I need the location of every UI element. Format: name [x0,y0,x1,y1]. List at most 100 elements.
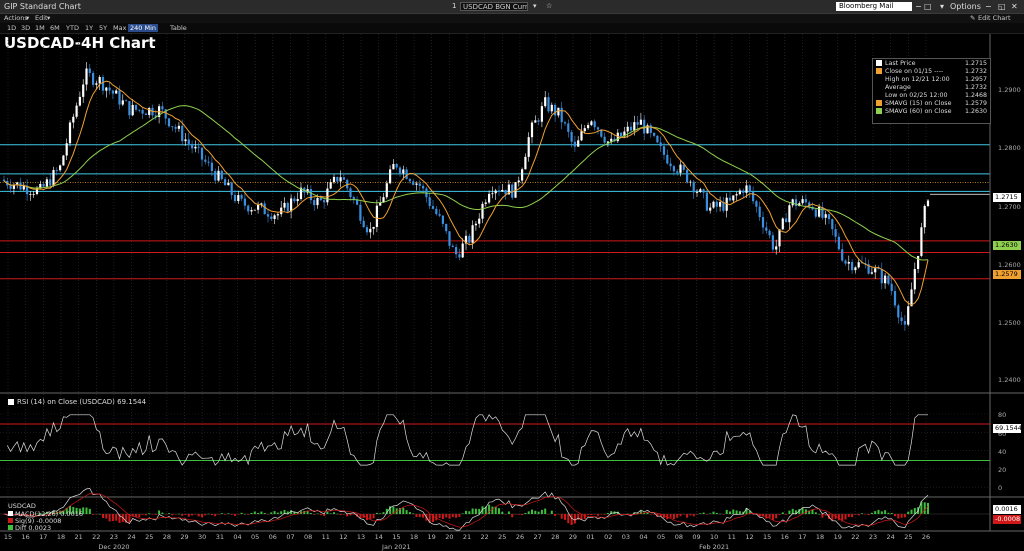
candle-body [45,179,48,187]
x-tick-label: 21 [74,533,83,541]
macd-histogram-bar [260,511,263,514]
candle-body [474,223,477,226]
x-tick-label: 11 [727,533,736,541]
macd-histogram-bar [468,511,471,514]
candle-body [134,104,138,110]
candle-body [814,209,817,217]
candle-body [692,181,695,193]
candle-body [742,190,745,193]
candle-body [138,109,141,111]
macd-histogram-bar [201,514,203,518]
candle-body [118,90,121,105]
legend-value: 1.2468 [964,92,987,99]
candle-body [910,289,913,307]
x-tick-label: 24 [886,533,895,541]
candle-body [712,201,715,208]
candle-body [441,215,444,224]
candle-body [705,192,708,211]
legend-value: 1.2957 [964,76,987,83]
candle-body [626,126,629,132]
candle-body [237,195,240,202]
candle-body [897,305,900,318]
candle-body [765,227,768,231]
last-price-flag: 1.2715 [993,193,1021,202]
macd-histogram-bar [606,512,609,514]
macd-histogram-bar [349,514,352,516]
x-tick-label: 18 [56,533,66,541]
candle-body [349,188,352,198]
candle-body [656,135,659,143]
macd-histogram-bar [527,511,530,514]
macd-histogram-bar [448,514,451,519]
rsi-tick: 80 [998,411,1007,419]
macd-histogram-bar [870,512,873,514]
candle-body [884,275,887,284]
candle-body [590,121,593,126]
candle-body [415,183,418,185]
candle-body [501,189,504,192]
candle-body [745,185,748,193]
signal-flag: -0.0008 [993,515,1021,524]
candle-body [554,104,557,116]
candle-body [768,230,771,236]
candle-body [738,190,741,195]
x-tick-label: 22 [851,533,860,541]
macd-histogram-bar [692,514,695,517]
macd-histogram-bar [554,514,557,516]
x-tick-label: 12 [745,533,754,541]
candle-body [270,216,273,219]
candle-body [431,206,435,209]
x-tick-label: 26 [921,533,931,541]
macd-histogram-bar [405,510,408,514]
macd-histogram-bar [705,514,708,515]
candle-body [336,176,339,182]
candle-body [207,161,210,163]
diff-swatch [8,525,13,530]
candle-body [362,220,365,228]
macd-histogram-bar [326,511,329,514]
x-tick-label: 13 [356,533,366,541]
candle-body [583,128,586,132]
macd-histogram-bar [422,514,425,518]
candle-body [323,200,326,203]
macd-histogram-bar [887,512,890,514]
candle-body [187,139,190,144]
ytick: 1.2700 [998,203,1021,211]
macd-histogram-bar [897,514,900,519]
candle-body [240,195,243,199]
candle-body [686,169,689,183]
candle-body [111,90,114,94]
macd-histogram-bar [220,513,223,514]
legend-sma15: SMAVG (15) on Close [876,100,951,108]
candle-body [468,235,471,243]
candle-body [804,199,807,203]
macd-histogram-bar [234,514,236,516]
macd-histogram-bar [814,512,817,514]
x-tick-label: 18 [409,533,419,541]
candle-body [65,143,68,156]
candle-body [653,132,656,136]
candle-body [570,131,573,142]
macd-histogram-bar [171,514,174,516]
macd-histogram-bar [474,508,477,514]
candle-body [563,122,567,124]
candle-body [204,159,207,162]
x-tick-label: 14 [374,533,383,541]
candle-body [781,218,784,230]
macd-histogram-bar [105,514,108,519]
candle-body [596,127,600,130]
legend-low: Low on 02/25 12:00 [885,92,948,99]
macd-histogram-bar [214,514,217,517]
price-chart[interactable] [0,0,1024,551]
macd-histogram-bar [880,511,883,514]
x-tick-label: 03 [621,533,631,541]
macd-histogram-bar [540,509,543,514]
candle-body [428,197,431,207]
legend-value: 1.2630 [964,108,987,115]
macd-histogram-bar [102,514,104,518]
macd-histogram-bar [501,511,504,514]
x-tick-label: 06 [268,533,277,541]
macd-histogram-bar [583,514,586,520]
macd-histogram-bar [689,514,692,516]
macd-histogram-bar [600,514,603,515]
